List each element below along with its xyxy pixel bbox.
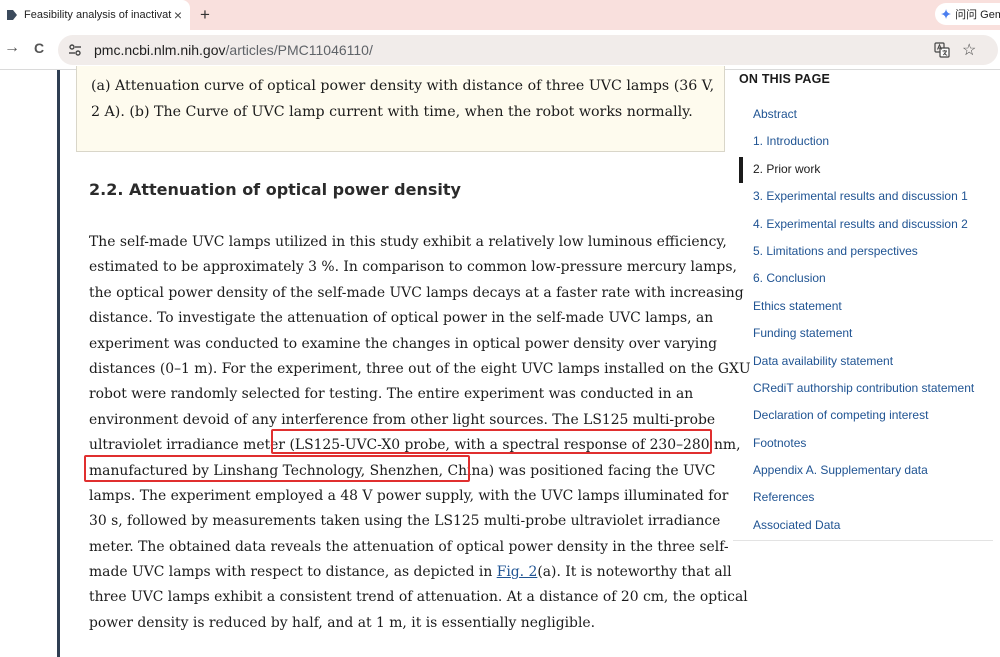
toc-item-introduction[interactable]: 1. Introduction (739, 130, 999, 157)
paragraph-line: distance. To investigate the attenuation… (89, 310, 714, 327)
url-host: pmc.ncbi.nlm.nih.gov (94, 42, 226, 58)
paragraph-line: estimated to be approximately 3 %. In co… (89, 259, 737, 276)
site-settings-icon[interactable] (68, 43, 82, 57)
paragraph-text: (a). It is noteworthy that all (537, 564, 732, 581)
toc-item-appendix[interactable]: Appendix A. Supplementary data (739, 459, 999, 486)
toc-item-credit[interactable]: CRediT authorship contribution statement (739, 377, 999, 404)
bookmark-star-icon[interactable]: ☆ (962, 40, 976, 60)
page-content: (a) Attenuation curve of optical power d… (0, 66, 1000, 657)
url-text: pmc.ncbi.nlm.nih.gov/articles/PMC1104611… (94, 42, 373, 58)
section-heading: 2.2. Attenuation of optical power densit… (89, 180, 461, 199)
paragraph-line: lamps. The experiment employed a 48 V po… (89, 487, 729, 504)
toc-item-footnotes[interactable]: Footnotes (739, 432, 999, 459)
toc-item-associated-data[interactable]: Associated Data (739, 514, 999, 541)
toc-item-funding[interactable]: Funding statement (739, 322, 999, 349)
figure-caption-text: (a) Attenuation curve of optical power d… (91, 78, 715, 120)
paragraph-text: made UVC lamps with respect to distance,… (89, 564, 497, 581)
forward-arrow-icon[interactable]: → (4, 39, 20, 57)
highlight-box (84, 455, 470, 482)
paragraph-line: The self-made UVC lamps utilized in this… (89, 234, 727, 250)
gemini-label: 问问 Gemini (955, 9, 1000, 21)
address-bar[interactable]: pmc.ncbi.nlm.nih.gov/articles/PMC1104611… (58, 35, 998, 65)
url-path: /articles/PMC11046110/ (225, 42, 373, 58)
paragraph-line: meter. The obtained data reveals the att… (89, 538, 729, 555)
toc-item-references[interactable]: References (739, 486, 999, 513)
section-rule (57, 70, 60, 657)
toc-item-conclusion[interactable]: 6. Conclusion (739, 267, 999, 294)
tab-title: Feasibility analysis of inactivation (24, 9, 172, 21)
figure-link[interactable]: Fig. 2 (497, 564, 538, 580)
new-tab-button[interactable]: + (200, 5, 210, 25)
toc-item-limitations[interactable]: 5. Limitations and perspectives (739, 240, 999, 267)
browser-tab[interactable]: Feasibility analysis of inactivation × (0, 0, 190, 30)
paragraph-line: distances (0–1 m). For the experiment, t… (89, 360, 751, 377)
paragraph-line: the optical power density of the self-ma… (89, 284, 744, 301)
toc-list: Abstract 1. Introduction 2. Prior work 3… (739, 103, 999, 541)
reload-icon[interactable]: C (34, 40, 44, 56)
toc-item-competing-interest[interactable]: Declaration of competing interest (739, 404, 999, 431)
paragraph-line: 30 s, followed by measurements taken usi… (89, 513, 721, 530)
gemini-button[interactable]: 问问 Gemini (935, 3, 1000, 25)
toc-item-results-2[interactable]: 4. Experimental results and discussion 2 (739, 213, 999, 240)
toc-bottom-divider (733, 540, 993, 541)
paragraph-line: made UVC lamps with respect to distance,… (89, 560, 732, 585)
pmc-favicon-icon (7, 10, 17, 20)
toc-item-abstract[interactable]: Abstract (739, 103, 999, 130)
paragraph-line: power density is reduced by half, and at… (89, 614, 596, 631)
figure-caption: (a) Attenuation curve of optical power d… (76, 66, 725, 152)
tab-strip: Feasibility analysis of inactivation × +… (0, 0, 1000, 30)
browser-toolbar: → C pmc.ncbi.nlm.nih.gov/articles/PMC110… (0, 30, 1000, 70)
highlight-box (271, 429, 712, 454)
paragraph-line: three UVC lamps exhibit a consistent tre… (89, 589, 748, 606)
toc-item-prior-work[interactable]: 2. Prior work (739, 156, 999, 185)
gemini-sparkle-icon (941, 8, 952, 20)
translate-icon[interactable] (934, 42, 950, 58)
paragraph-line: experiment was conducted to examine the … (89, 335, 718, 352)
toc-item-ethics[interactable]: Ethics statement (739, 295, 999, 322)
toc-item-data-availability[interactable]: Data availability statement (739, 350, 999, 377)
paragraph-line: robot were randomly selected for testing… (89, 386, 694, 403)
toc-heading: ON THIS PAGE (739, 72, 831, 86)
toc-item-results-1[interactable]: 3. Experimental results and discussion 1 (739, 185, 999, 212)
close-tab-icon[interactable]: × (174, 8, 182, 22)
